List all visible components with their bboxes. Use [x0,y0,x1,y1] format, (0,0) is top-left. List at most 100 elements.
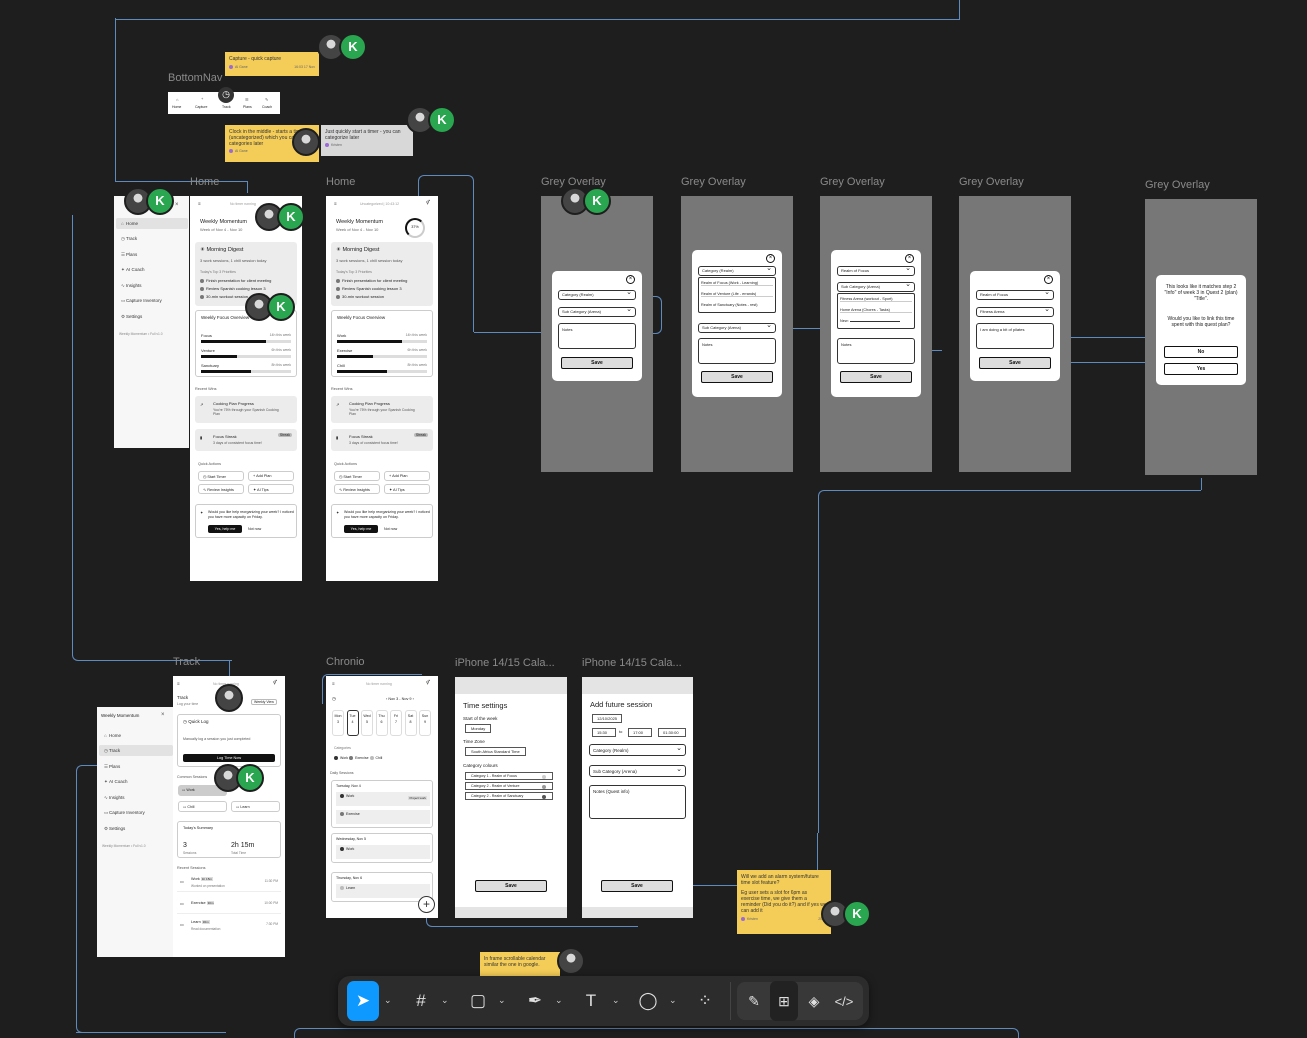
priority-item[interactable]: Finish presentation for client meeting [336,278,407,283]
sidebar-item-plans[interactable]: ☰Plans [104,764,120,770]
save-button[interactable]: Save [979,357,1051,369]
priority-item[interactable]: Review Spanish cooking lesson 3 [336,286,402,291]
win-card[interactable]: ↗ Cooking Plan Progress You're 75% throu… [195,396,297,423]
start-timer-button[interactable]: ◷ Start Timer [198,471,244,481]
chevron-down-icon[interactable]: ⌄ [612,995,620,1006]
chevron-down-icon[interactable]: ⌄ [669,995,677,1006]
category-select[interactable]: Category (Realm) [698,265,776,276]
recent-session-row[interactable]: ▭ Exercise 30m 10:00 PM [177,896,281,914]
realm-option[interactable]: Realm of Sanctuary (Notes - rest) [701,303,773,307]
text-tool-icon[interactable]: T [575,981,607,1021]
weekly-view-button[interactable]: Weekly View [251,699,277,705]
yes-button[interactable]: Yes [1164,363,1238,375]
arena-option[interactable]: Home Arena (Chores - Tasks) [840,308,912,313]
win-card[interactable]: ▮ Focus Streak Streak 3 days of consiste… [195,429,297,451]
realm-option[interactable]: Realm of Focus (Work - Learning) [701,281,773,286]
session-block[interactable]: Learn [336,884,430,898]
category-select[interactable]: Realm of Focus [976,289,1054,300]
bottom-nav-frame[interactable]: ⌂ Home + Capture ◷ Track ☰ Plans ✎ Coach [168,87,280,114]
menu-icon[interactable]: ≡ [332,681,335,686]
day-cell[interactable]: Sat 8 [404,710,417,736]
subcategory-select[interactable]: Sub Category (Arena) [558,306,636,317]
rectangle-tool-icon[interactable]: ▢ [462,981,494,1021]
sidebar-item-home[interactable]: ⌂ Home [121,221,138,226]
sidebar-item-capture-inventory[interactable]: ▭Capture Inventory [104,810,145,816]
frame-tool-icon[interactable]: # [405,981,437,1021]
plans-icon[interactable]: ☰ [245,97,249,102]
chevron-down-icon[interactable]: ⌄ [384,995,392,1006]
collaborator-avatars[interactable]: K [214,764,266,792]
coach-icon[interactable]: ✎ [265,97,268,102]
menu-icon[interactable]: ≡ [177,681,180,686]
duration-field[interactable]: 01:30:00 [658,728,686,737]
add-plan-button[interactable]: + Add Plan [384,471,430,481]
sidebar-item-ai-coach[interactable]: ✦AI Coach [104,779,128,785]
win-card[interactable]: ↗ Cooking Plan Progress You're 75% throu… [331,396,433,423]
subcategory-select[interactable]: Fitness Arena [976,306,1054,317]
dev-mode-icon[interactable]: </> [830,981,858,1021]
no-button[interactable]: No [1164,346,1238,358]
category-select[interactable]: Realm of Focus [837,265,915,276]
day-cell[interactable]: Thu 6 [375,710,388,736]
close-icon[interactable]: × [161,712,165,718]
sidebar-item-ai-coach[interactable]: ✦AI Coach [121,267,145,273]
collaborator-avatars[interactable]: K [255,203,307,231]
chevron-down-icon[interactable]: ⌄ [441,995,449,1006]
start-time-field[interactable]: 15:30 [592,728,616,737]
subcategory-select[interactable]: Sub Category (Arena) [837,281,915,292]
category-select[interactable]: Category (Realm) [589,743,686,756]
priority-item[interactable]: 30-min workout session [200,294,248,299]
chevron-down-icon[interactable]: ⌄ [498,995,506,1006]
sidebar-item-insights[interactable]: ∿Insights [104,795,125,801]
menu-icon[interactable]: ≡ [198,201,201,206]
recent-session-row[interactable]: ▭ Work 1h 15m Worked on presentation 11:… [177,874,281,892]
category-colour-row[interactable]: Category 2 - Realm of Venture [465,782,553,790]
subcategory-select[interactable]: Sub Category (Arena) [698,322,776,333]
clock-button[interactable]: ◷ [218,87,234,103]
notes-field[interactable]: Notes [558,323,636,349]
notes-field[interactable]: Notes (Quest info) [589,785,686,819]
win-card[interactable]: ▮ Focus Streak Streak 3 days of consiste… [331,429,433,451]
save-button[interactable]: Save [561,357,633,369]
collaborator-avatars[interactable]: K [406,106,458,134]
gender-icon[interactable]: ⚥ [273,680,277,686]
home-icon[interactable]: ⌂ [176,97,178,102]
week-nav[interactable]: ‹ Nov 3 - Nov 9 › [386,697,414,701]
review-insights-button[interactable]: ∿ Review Insights [198,484,244,494]
recent-session-row[interactable]: ▭ Learn 30m Read documentation 7:30 PM [177,917,281,935]
sidebar-item-plans[interactable]: ☰Plans [121,252,137,258]
notes-field[interactable]: Notes [837,338,915,364]
review-insights-button[interactable]: ∿ Review Insights [334,484,380,494]
log-time-button[interactable]: Log Time Now [183,754,275,762]
actions-tool-icon[interactable]: ⁘ [689,981,721,1021]
sticky-note-quick-timer[interactable]: Just quickly start a timer - you can cat… [321,125,413,156]
priority-item[interactable]: Finish presentation for client meeting [200,278,271,283]
sidebar-item-settings[interactable]: ⚙Settings [121,314,142,320]
comment-tool-icon[interactable]: ◯ [632,981,664,1021]
timezone-select[interactable]: South Africa Standard Time [465,747,526,756]
save-button[interactable]: Save [701,371,773,383]
day-cell[interactable]: Mon 3 [332,710,344,736]
close-icon[interactable]: × [905,254,914,263]
prototype-mode-icon[interactable]: ◈ [800,981,828,1021]
save-button[interactable]: Save [840,371,912,383]
arena-option[interactable]: Fitness Arena (workout - Sport) [840,297,912,302]
plus-icon[interactable]: + [201,96,203,101]
day-cell[interactable]: Fri 7 [390,710,402,736]
gender-icon[interactable]: ⚥ [426,200,430,206]
pen-tool-icon[interactable]: ✒ [519,981,551,1021]
realm-option[interactable]: Realm of Venture (Life - errands) [701,292,773,297]
not-now-button[interactable]: Not now [248,527,261,531]
draw-mode-icon[interactable]: ✎ [740,981,768,1021]
day-cell[interactable]: Tue 4 [346,710,359,736]
move-tool-icon[interactable]: ➤ [347,981,379,1021]
sticky-note-calendar[interactable]: In frame scrollable calendar similar the… [480,952,560,976]
menu-icon[interactable]: ≡ [334,201,337,206]
ai-tips-button[interactable]: ✦ AI Tips [248,484,294,494]
day-cell[interactable]: Sun 9 [419,710,431,736]
not-now-button[interactable]: Not now [384,527,397,531]
subcategory-select[interactable]: Sub Category (Arena) [589,764,686,777]
end-time-field[interactable]: 17:00 [628,728,652,737]
close-icon[interactable]: × [766,254,775,263]
collaborator-avatars[interactable]: K [124,187,176,215]
